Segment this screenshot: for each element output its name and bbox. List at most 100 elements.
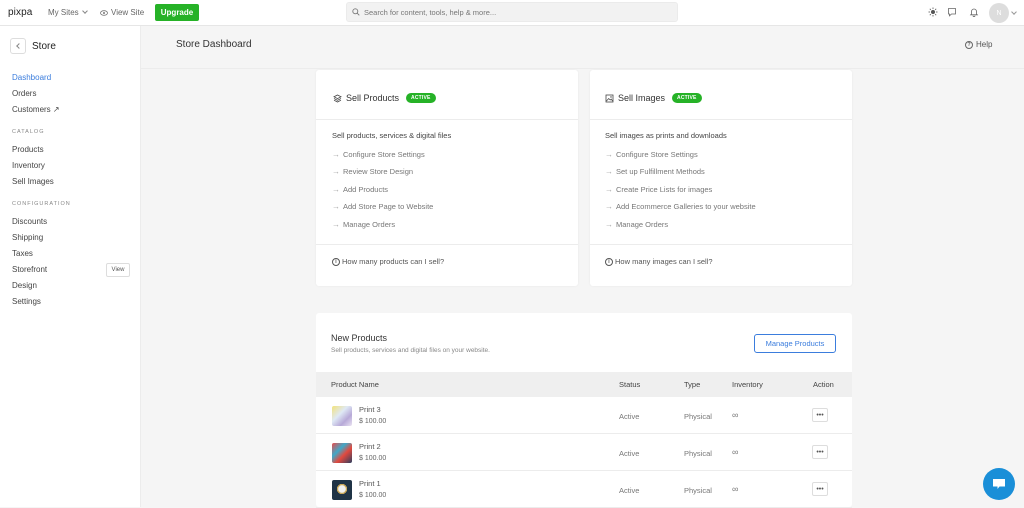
section-title: New Products xyxy=(331,333,388,343)
product-thumbnail xyxy=(332,480,352,500)
column-header-inventory[interactable]: Inventory xyxy=(732,380,763,389)
my-sites-label: My Sites xyxy=(48,8,79,17)
product-price: $ 100.00 xyxy=(359,455,387,462)
catalog-heading: CATALOG xyxy=(12,129,45,135)
top-bar: pixpa My Sites View Site Upgrade N xyxy=(0,0,1024,26)
bell-icon[interactable] xyxy=(969,7,979,17)
arrow-right-icon: → xyxy=(332,167,340,176)
view-site-label: View Site xyxy=(111,8,145,17)
row-actions-button[interactable]: ••• xyxy=(812,408,828,422)
help-link[interactable]: ? Help xyxy=(965,40,992,49)
product-status: Active xyxy=(619,412,640,421)
sidebar-item-discounts[interactable]: Discounts xyxy=(12,217,47,226)
chevron-down-icon xyxy=(81,8,88,14)
theme-toggle-icon[interactable] xyxy=(928,7,938,17)
info-icon: i xyxy=(605,257,613,266)
arrow-right-icon: → xyxy=(332,202,340,211)
product-status: Active xyxy=(619,449,640,458)
link-fulfillment-methods[interactable]: → Set up Fulfillment Methods xyxy=(605,167,705,176)
sell-products-card: Sell Products ACTIVE Sell products, serv… xyxy=(316,70,578,286)
search-input[interactable] xyxy=(364,7,664,17)
table-row[interactable]: Print 1 $ 100.00 Active Physical ∞ ••• xyxy=(316,471,852,508)
sidebar-item-settings[interactable]: Settings xyxy=(12,297,41,306)
arrow-right-icon: → xyxy=(605,150,613,159)
link-manage-orders[interactable]: → Manage Orders xyxy=(605,220,668,229)
link-label: Set up Fulfillment Methods xyxy=(616,167,705,176)
column-header-product-name[interactable]: Product Name xyxy=(331,380,379,389)
active-badge: ACTIVE xyxy=(672,93,702,103)
sidebar-item-dashboard[interactable]: Dashboard xyxy=(12,73,51,82)
arrow-right-icon: → xyxy=(605,220,613,229)
manage-products-button[interactable]: Manage Products xyxy=(754,334,836,353)
product-price: $ 100.00 xyxy=(359,418,387,425)
sidebar-item-taxes[interactable]: Taxes xyxy=(12,249,33,258)
card-title: Sell Products ACTIVE xyxy=(333,93,436,103)
sidebar-item-orders[interactable]: Orders xyxy=(12,89,36,98)
table-row[interactable]: Print 3 $ 100.00 Active Physical ∞ ••• xyxy=(316,397,852,434)
column-header-status[interactable]: Status xyxy=(619,380,640,389)
product-thumbnail xyxy=(332,443,352,463)
faq-label: How many products can I sell? xyxy=(342,257,445,266)
sidebar-item-inventory[interactable]: Inventory xyxy=(12,161,45,170)
link-ecommerce-galleries[interactable]: → Add Ecommerce Galleries to your website xyxy=(605,202,756,211)
faq-link[interactable]: i How many products can I sell? xyxy=(332,257,444,266)
table-row[interactable]: Print 2 $ 100.00 Active Physical ∞ ••• xyxy=(316,434,852,471)
live-chat-button[interactable] xyxy=(983,468,1015,500)
product-price: $ 100.00 xyxy=(359,492,387,499)
sidebar-item-design[interactable]: Design xyxy=(12,281,37,290)
configuration-heading: CONFIGURATION xyxy=(12,201,71,207)
infinity-icon: ∞ xyxy=(732,447,739,457)
sidebar: Store Dashboard Orders Customers ↗ CATAL… xyxy=(0,26,141,507)
link-label: Create Price Lists for images xyxy=(616,185,713,194)
link-label: Manage Orders xyxy=(616,220,669,229)
row-actions-button[interactable]: ••• xyxy=(812,445,828,459)
card-subtitle: Sell products, services & digital files xyxy=(332,131,452,140)
arrow-right-icon: → xyxy=(605,185,613,194)
upgrade-button[interactable]: Upgrade xyxy=(155,4,199,21)
link-price-lists[interactable]: → Create Price Lists for images xyxy=(605,185,712,194)
product-name[interactable]: Print 3 xyxy=(359,405,381,414)
link-review-store-design[interactable]: → Review Store Design xyxy=(332,167,413,176)
product-status: Active xyxy=(619,486,640,495)
link-label: Manage Orders xyxy=(343,220,396,229)
column-header-type[interactable]: Type xyxy=(684,380,700,389)
link-add-products[interactable]: → Add Products xyxy=(332,185,388,194)
link-add-store-page[interactable]: → Add Store Page to Website xyxy=(332,202,433,211)
search-bar[interactable] xyxy=(346,2,678,22)
layers-icon xyxy=(333,94,342,102)
link-manage-orders[interactable]: → Manage Orders xyxy=(332,220,395,229)
product-name[interactable]: Print 1 xyxy=(359,479,381,488)
question-circle-icon: ? xyxy=(965,40,973,49)
arrow-right-icon: → xyxy=(605,167,613,176)
sidebar-item-products[interactable]: Products xyxy=(12,145,44,154)
link-label: Configure Store Settings xyxy=(616,150,698,159)
sidebar-item-shipping[interactable]: Shipping xyxy=(12,233,43,242)
view-site-link[interactable]: View Site xyxy=(100,8,144,17)
infinity-icon: ∞ xyxy=(732,410,739,420)
help-label: Help xyxy=(976,40,993,49)
link-configure-store-settings[interactable]: → Configure Store Settings xyxy=(605,150,698,159)
faq-link[interactable]: i How many images can I sell? xyxy=(605,257,713,266)
chat-message-icon[interactable] xyxy=(947,7,957,17)
divider xyxy=(590,244,852,245)
row-actions-button[interactable]: ••• xyxy=(812,482,828,496)
divider xyxy=(141,68,1024,69)
storefront-view-button[interactable]: View xyxy=(106,263,130,277)
sidebar-item-customers[interactable]: Customers ↗ xyxy=(12,105,60,114)
product-type: Physical xyxy=(684,412,712,421)
sidebar-item-sell-images[interactable]: Sell Images xyxy=(12,177,54,186)
link-label: Add Store Page to Website xyxy=(343,202,434,211)
back-button[interactable] xyxy=(10,38,26,54)
link-configure-store-settings[interactable]: → Configure Store Settings xyxy=(332,150,425,159)
user-avatar[interactable]: N xyxy=(989,3,1009,23)
chevron-down-icon[interactable] xyxy=(1011,9,1017,15)
card-title-text: Sell Products xyxy=(346,93,400,103)
my-sites-dropdown[interactable]: My Sites xyxy=(48,8,88,17)
product-name[interactable]: Print 2 xyxy=(359,442,381,451)
product-type: Physical xyxy=(684,486,712,495)
search-icon xyxy=(352,8,360,16)
pixpa-logo[interactable]: pixpa xyxy=(8,7,32,18)
active-badge: ACTIVE xyxy=(406,93,436,103)
sidebar-item-storefront[interactable]: Storefront xyxy=(12,265,47,274)
column-header-action[interactable]: Action xyxy=(813,380,834,389)
